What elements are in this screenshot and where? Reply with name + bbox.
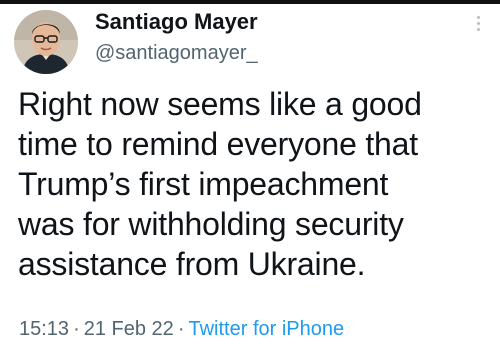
tweet-metadata: 15:13 · 21 Feb 22 · Twitter for iPhone [19, 318, 344, 341]
meta-separator: · [177, 318, 185, 340]
tweet-text-line: assistance from Ukraine. [18, 246, 366, 282]
avatar[interactable] [14, 10, 78, 74]
tweet-time[interactable]: 15:13 [19, 318, 69, 340]
tweet-card: Santiago Mayer @santiagomayer_ Right now… [0, 0, 500, 363]
author-handle[interactable]: @santiagomayer_ [95, 42, 258, 65]
tweet-text-line: Right now seems like a good [18, 86, 422, 122]
tweet-text-line: was for withholding security [18, 206, 404, 242]
tweet-text-line: time to remind everyone that [18, 126, 418, 162]
tweet-text-line: Trump’s first impeachment [18, 166, 389, 202]
meta-separator: · [73, 318, 80, 340]
author-display-name[interactable]: Santiago Mayer [95, 9, 258, 35]
tweet-source-link[interactable]: Twitter for iPhone [188, 318, 344, 340]
person-avatar-icon [14, 10, 78, 74]
tweet-text: Right now seems like a good time to remi… [18, 84, 488, 284]
more-options-icon[interactable] [474, 16, 482, 36]
tweet-date[interactable]: 21 Feb 22 [84, 318, 174, 340]
